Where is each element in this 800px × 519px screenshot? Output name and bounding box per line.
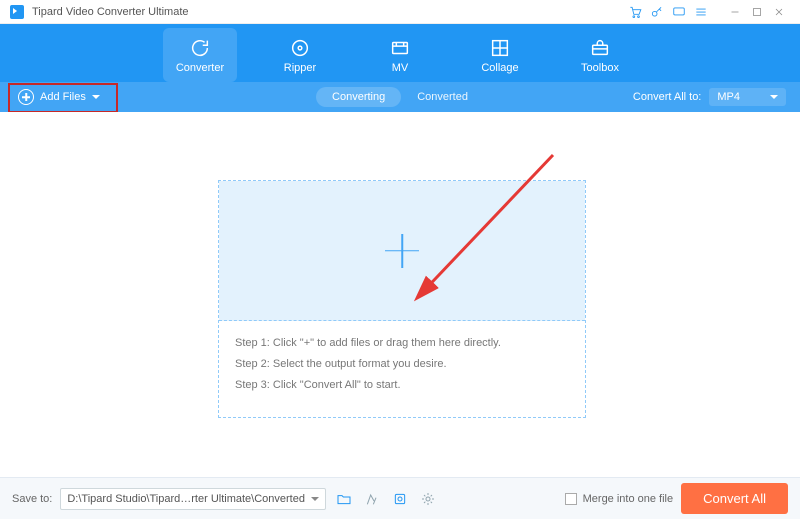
maximize-icon[interactable] <box>746 3 768 21</box>
save-path-value: D:\Tipard Studio\Tipard…rter Ultimate\Co… <box>67 493 305 505</box>
step-text: Step 1: Click "+" to add files or drag t… <box>235 333 569 354</box>
save-path-select[interactable]: D:\Tipard Studio\Tipard…rter Ultimate\Co… <box>60 488 326 510</box>
convert-all-button[interactable]: Convert All <box>681 483 788 514</box>
collage-icon <box>489 37 511 59</box>
step-text: Step 2: Select the output format you des… <box>235 354 569 375</box>
format-value: MP4 <box>717 91 740 103</box>
key-icon[interactable] <box>646 3 668 21</box>
gpu-accel-icon[interactable] <box>390 489 410 509</box>
open-folder-icon[interactable] <box>334 489 354 509</box>
main-area: Step 1: Click "+" to add files or drag t… <box>0 112 800 477</box>
close-icon[interactable] <box>768 3 790 21</box>
nav-label: MV <box>392 62 409 74</box>
merge-checkbox[interactable]: Merge into one file <box>565 493 674 505</box>
add-files-label: Add Files <box>40 91 86 103</box>
app-logo-icon <box>10 5 24 19</box>
plus-icon <box>385 234 419 268</box>
nav-converter[interactable]: Converter <box>163 28 237 82</box>
checkbox-icon <box>565 493 577 505</box>
nav-label: Ripper <box>284 62 316 74</box>
plus-circle-icon <box>18 89 34 105</box>
step-text: Step 3: Click "Convert All" to start. <box>235 375 569 396</box>
ripper-icon <box>289 37 311 59</box>
nav-collage[interactable]: Collage <box>463 28 537 82</box>
snapshot-icon[interactable] <box>362 489 382 509</box>
nav-label: Collage <box>481 62 518 74</box>
save-to-label: Save to: <box>12 493 52 505</box>
cart-icon[interactable] <box>624 3 646 21</box>
tab-converted[interactable]: Converted <box>401 87 484 107</box>
app-title: Tipard Video Converter Ultimate <box>32 6 189 18</box>
status-tabs: Converting Converted <box>316 87 484 107</box>
nav-label: Converter <box>176 62 224 74</box>
mv-icon <box>389 37 411 59</box>
output-format-select[interactable]: MP4 <box>709 88 786 106</box>
merge-label: Merge into one file <box>583 493 674 505</box>
feedback-icon[interactable] <box>668 3 690 21</box>
nav-label: Toolbox <box>581 62 619 74</box>
chevron-down-icon <box>770 95 778 99</box>
add-files-button[interactable]: Add Files <box>14 87 104 107</box>
toolbox-icon <box>589 37 611 59</box>
nav-toolbox[interactable]: Toolbox <box>563 28 637 82</box>
sub-bar: Add Files Converting Converted Convert A… <box>0 82 800 112</box>
title-bar: Tipard Video Converter Ultimate <box>0 0 800 24</box>
menu-icon[interactable] <box>690 3 712 21</box>
convert-all-to-label: Convert All to: <box>633 91 701 103</box>
main-nav: Converter Ripper MV Collage Toolbox <box>0 24 800 82</box>
settings-icon[interactable] <box>418 489 438 509</box>
footer-bar: Save to: D:\Tipard Studio\Tipard…rter Ul… <box>0 477 800 519</box>
chevron-down-icon <box>92 95 100 99</box>
minimize-icon[interactable] <box>724 3 746 21</box>
tab-converting[interactable]: Converting <box>316 87 401 107</box>
chevron-down-icon <box>311 497 319 501</box>
drop-zone: Step 1: Click "+" to add files or drag t… <box>218 180 586 418</box>
add-files-dropzone[interactable] <box>219 181 585 321</box>
converter-icon <box>189 37 211 59</box>
nav-ripper[interactable]: Ripper <box>263 28 337 82</box>
instructions: Step 1: Click "+" to add files or drag t… <box>219 321 585 408</box>
nav-mv[interactable]: MV <box>363 28 437 82</box>
